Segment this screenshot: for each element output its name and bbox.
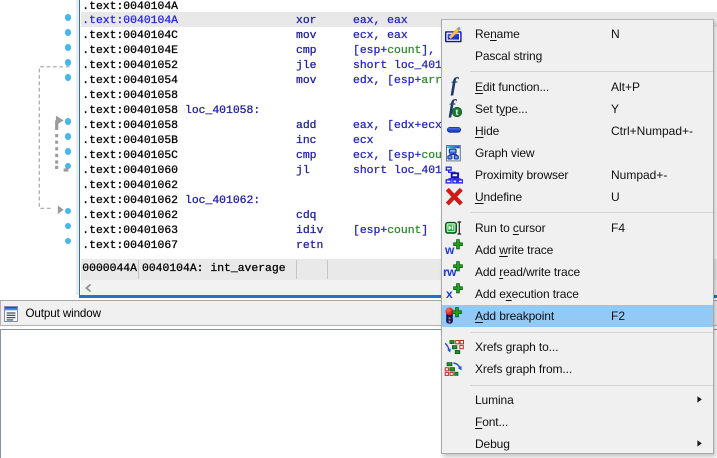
- svg-text:t: t: [456, 108, 459, 117]
